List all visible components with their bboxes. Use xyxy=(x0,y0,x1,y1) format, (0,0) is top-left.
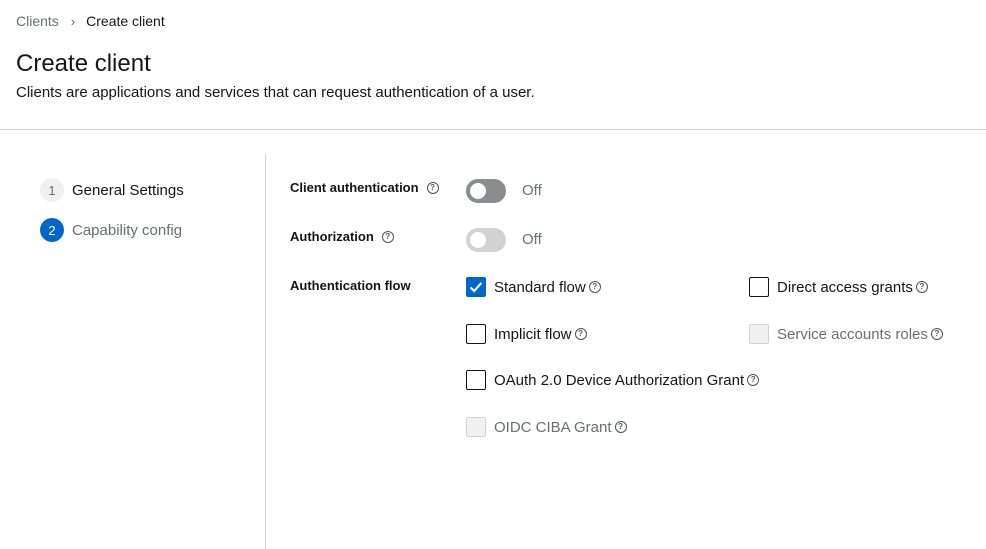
client-authentication-label-text: Client authentication xyxy=(290,180,419,195)
checkbox-box[interactable] xyxy=(466,417,486,437)
oidc-ciba-grant-label: OIDC CIBA Grant xyxy=(494,418,612,436)
help-icon[interactable]: ? xyxy=(381,230,394,243)
direct-access-grants-checkbox[interactable]: Direct access grants ? xyxy=(749,277,928,297)
step-number: 1 xyxy=(40,178,64,202)
authentication-flow-label-text: Authentication flow xyxy=(290,278,411,293)
help-icon[interactable]: ? xyxy=(930,328,943,340)
checkbox-box[interactable] xyxy=(466,370,486,390)
direct-access-grants-label: Direct access grants xyxy=(777,278,913,296)
oauth-device-grant-checkbox[interactable]: OAuth 2.0 Device Authorization Grant ? xyxy=(466,370,760,390)
checkbox-box[interactable] xyxy=(466,277,486,297)
oauth-device-grant-label: OAuth 2.0 Device Authorization Grant xyxy=(494,371,745,389)
switch-knob xyxy=(470,232,486,248)
wizard-nav-divider xyxy=(265,154,266,549)
checkbox-box[interactable] xyxy=(466,324,486,344)
client-authentication-switch[interactable] xyxy=(466,179,506,203)
page-title: Create client xyxy=(16,50,151,77)
checkmark-icon xyxy=(469,282,483,293)
client-authentication-label: Client authentication ? xyxy=(290,180,439,195)
checkbox-box[interactable] xyxy=(749,324,769,344)
help-icon[interactable]: ? xyxy=(426,181,439,194)
header-divider xyxy=(0,129,986,130)
client-authentication-state: Off xyxy=(522,182,542,199)
standard-flow-checkbox[interactable]: Standard flow ? xyxy=(466,277,601,297)
breadcrumb-clients-link[interactable]: Clients xyxy=(16,13,59,29)
help-icon[interactable]: ? xyxy=(747,374,760,386)
implicit-flow-label: Implicit flow xyxy=(494,325,572,343)
page-description: Clients are applications and services th… xyxy=(16,84,535,101)
help-icon[interactable]: ? xyxy=(915,281,928,293)
breadcrumb-separator-icon: › xyxy=(70,13,76,29)
help-icon[interactable]: ? xyxy=(574,328,587,340)
checkbox-box[interactable] xyxy=(749,277,769,297)
breadcrumb: Clients › Create client xyxy=(16,13,165,29)
switch-knob xyxy=(470,183,486,199)
step-label: Capability config xyxy=(72,221,183,239)
wizard-step-general-settings[interactable]: 1 General Settings xyxy=(40,178,184,202)
step-number: 2 xyxy=(40,218,64,242)
wizard-step-capability-config[interactable]: 2 Capability config xyxy=(40,218,182,242)
help-icon[interactable]: ? xyxy=(588,281,601,293)
oidc-ciba-grant-checkbox[interactable]: OIDC CIBA Grant ? xyxy=(466,417,627,437)
authorization-label-text: Authorization xyxy=(290,229,374,244)
authorization-state: Off xyxy=(522,231,542,248)
help-icon[interactable]: ? xyxy=(614,421,627,433)
authorization-switch[interactable] xyxy=(466,228,506,252)
step-label: General Settings xyxy=(72,181,184,199)
service-accounts-roles-checkbox[interactable]: Service accounts roles ? xyxy=(749,324,943,344)
authentication-flow-label: Authentication flow xyxy=(290,278,411,293)
standard-flow-label: Standard flow xyxy=(494,278,586,296)
service-accounts-roles-label: Service accounts roles xyxy=(777,325,928,343)
authorization-label: Authorization ? xyxy=(290,229,394,244)
breadcrumb-current: Create client xyxy=(86,13,165,29)
implicit-flow-checkbox[interactable]: Implicit flow ? xyxy=(466,324,587,344)
